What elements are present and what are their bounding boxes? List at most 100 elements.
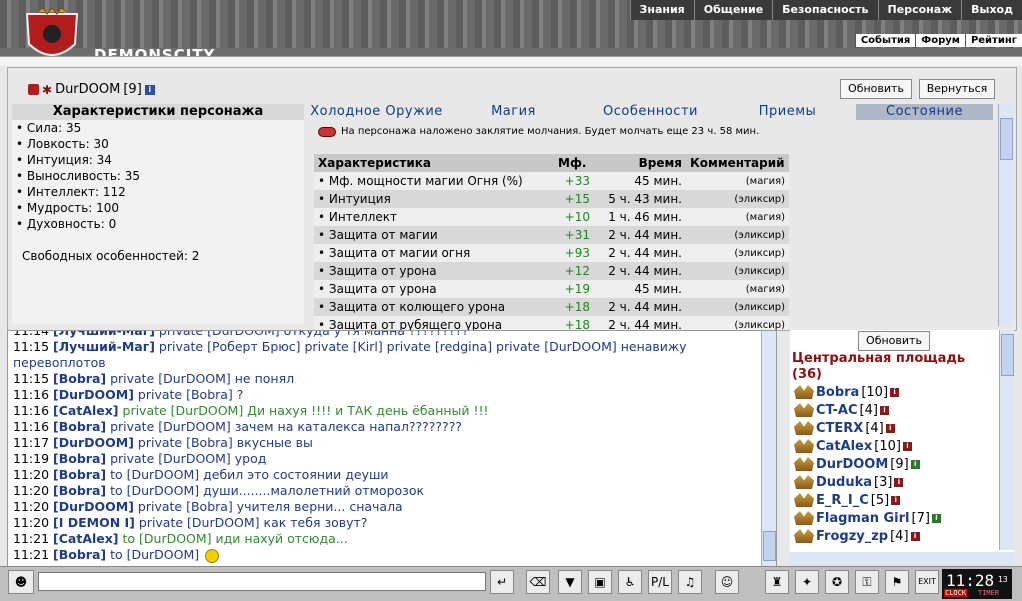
chat-nick[interactable]: [DurDOOM] [53,499,134,514]
exit-icon[interactable]: EXIT [915,570,939,594]
filter-icon[interactable]: ▼ [558,570,582,594]
room-scrollbar[interactable] [999,330,1014,550]
subnav-forum[interactable]: Форум [915,34,965,47]
panel-scrollbar[interactable] [998,104,1013,326]
magic-icon[interactable]: ✦ [795,570,819,594]
stat-spirituality: • Духовность: 0 [16,217,117,231]
user-info-icon[interactable]: i [910,531,920,541]
back-button[interactable]: Вернуться [919,79,995,99]
user-info-icon[interactable]: i [879,405,889,415]
chat-time: 11:16 [13,403,50,418]
user-info-icon[interactable]: i [894,477,904,487]
flag-icon[interactable]: ⚑ [885,570,909,594]
user-name[interactable]: Duduka [816,475,872,490]
chat-nick[interactable]: [DurDOOM] [53,435,134,450]
clear-icon[interactable]: ⌫ [526,570,550,594]
tab-techniques[interactable]: Приемы [719,104,856,120]
private-arrow-icon[interactable] [794,457,814,471]
chat-nick[interactable]: [Лучший-Маг] [53,331,155,338]
inventory-icon[interactable]: ♜ [765,570,789,594]
effect-mf: +93 [554,244,594,262]
nav-security[interactable]: Безопасность [772,0,877,20]
sound-icon[interactable]: ♫ [678,570,702,594]
chat-nick[interactable]: [Bobra] [53,467,106,482]
private-arrow-icon[interactable] [794,421,814,435]
user-info-icon[interactable]: i [885,423,895,433]
subnav-events[interactable]: События [854,34,915,47]
chat-nick[interactable]: [CatAlex] [53,531,119,546]
private-arrow-icon[interactable] [794,403,814,417]
chat-scroll-thumb[interactable] [763,531,776,561]
list-item: Bobra [10] i [790,383,996,401]
character-name[interactable]: DurDOOM [55,82,120,97]
nav-character[interactable]: Персонаж [877,0,962,20]
private-arrow-icon[interactable] [794,385,814,399]
chat-scrollbar[interactable] [761,331,776,567]
stat-intellect: • Интеллект: 112 [16,185,126,199]
user-info-icon[interactable]: i [902,441,912,451]
user-name[interactable]: CTERX [816,421,863,436]
smile-icon[interactable]: ☺ [715,570,739,594]
chat-message: 11:17 [DurDOOM] private [Bobra] вкусные … [8,435,776,451]
save-icon[interactable]: ▣ [588,570,612,594]
chat-message: 11:16 [CatAlex] private [DurDOOM] Ди нах… [8,403,776,419]
private-arrow-icon[interactable] [794,529,814,543]
list-item: CatAlex [10] i [790,437,996,455]
lock-icon[interactable]: ⚿ [855,570,879,594]
user-name[interactable]: Bobra [816,385,859,400]
tab-features[interactable]: Особенности [582,104,719,120]
chat-nick[interactable]: [Bobra] [53,547,106,562]
panel-scroll-thumb[interactable] [1000,118,1013,160]
user-name[interactable]: CatAlex [816,439,872,454]
clock-label: CLOCK [944,589,968,597]
walk-icon[interactable]: ♿ [618,570,642,594]
chat-input[interactable] [38,572,486,591]
effect-time: 2 ч. 44 мин. [594,226,686,244]
clock-widget: 11:28 13 CLOCK TIMER [942,569,1012,599]
effect-time: 5 ч. 43 мин. [594,190,686,208]
chat-nick[interactable]: [I DEMON I] [53,515,135,530]
effect-time: 2 ч. 44 мин. [594,316,686,330]
chat-text: private [DurDOOM] урод [106,451,267,466]
user-info-icon[interactable]: i [931,513,941,523]
chat-text: private [DurDOOM] Ди нахуя !!!! и ТАК де… [118,403,489,418]
refresh-button[interactable]: Обновить [840,79,912,99]
user-name[interactable]: CT-AC [816,403,858,418]
chat-mode-icon[interactable]: ☻ [8,570,34,594]
private-arrow-icon[interactable] [794,439,814,453]
user-name[interactable]: Frogzy_zp [816,529,888,544]
chat-nick[interactable]: [Лучший-Маг] [53,339,155,354]
effect-name: • Интуиция [314,190,554,208]
user-info-icon[interactable]: i [910,459,920,469]
tab-melee-weapons[interactable]: Холодное Оружие [308,104,445,120]
room-hscrollbar[interactable] [790,552,1014,566]
user-name[interactable]: Flagman Girl [816,511,910,526]
info-icon[interactable]: i [144,84,155,95]
tab-magic[interactable]: Магия [445,104,582,120]
private-arrow-icon[interactable] [794,475,814,489]
chat-nick[interactable]: [DurDOOM] [53,387,134,402]
tab-state[interactable]: Состояние [856,104,993,120]
subnav-rating[interactable]: Рейтинг [964,34,1022,47]
nav-exit[interactable]: Выход [961,0,1022,20]
user-name[interactable]: E_R_I_C [816,493,869,508]
nav-knowledge[interactable]: Знания [629,0,694,20]
chat-nick[interactable]: [CatAlex] [53,403,119,418]
user-name[interactable]: DurDOOM [816,457,888,472]
translit-icon[interactable]: P/L [648,570,672,594]
private-arrow-icon[interactable] [794,511,814,525]
nav-communication[interactable]: Общение [693,0,772,20]
effect-name: • Защита от колющего урона [314,298,554,316]
chat-nick[interactable]: [Bobra] [53,371,106,386]
user-info-icon[interactable]: i [890,387,900,397]
send-icon[interactable]: ↵ [490,570,514,594]
room-refresh-button[interactable]: Обновить [858,331,930,351]
private-arrow-icon[interactable] [794,493,814,507]
chat-nick[interactable]: [Bobra] [53,419,106,434]
chat-nick[interactable]: [Bobra] [53,451,106,466]
room-scroll-thumb[interactable] [1001,334,1014,376]
silence-mouth-icon [318,126,336,137]
chat-nick[interactable]: [Bobra] [53,483,106,498]
user-info-icon[interactable]: i [891,495,901,505]
vip-icon[interactable]: ✪ [825,570,849,594]
